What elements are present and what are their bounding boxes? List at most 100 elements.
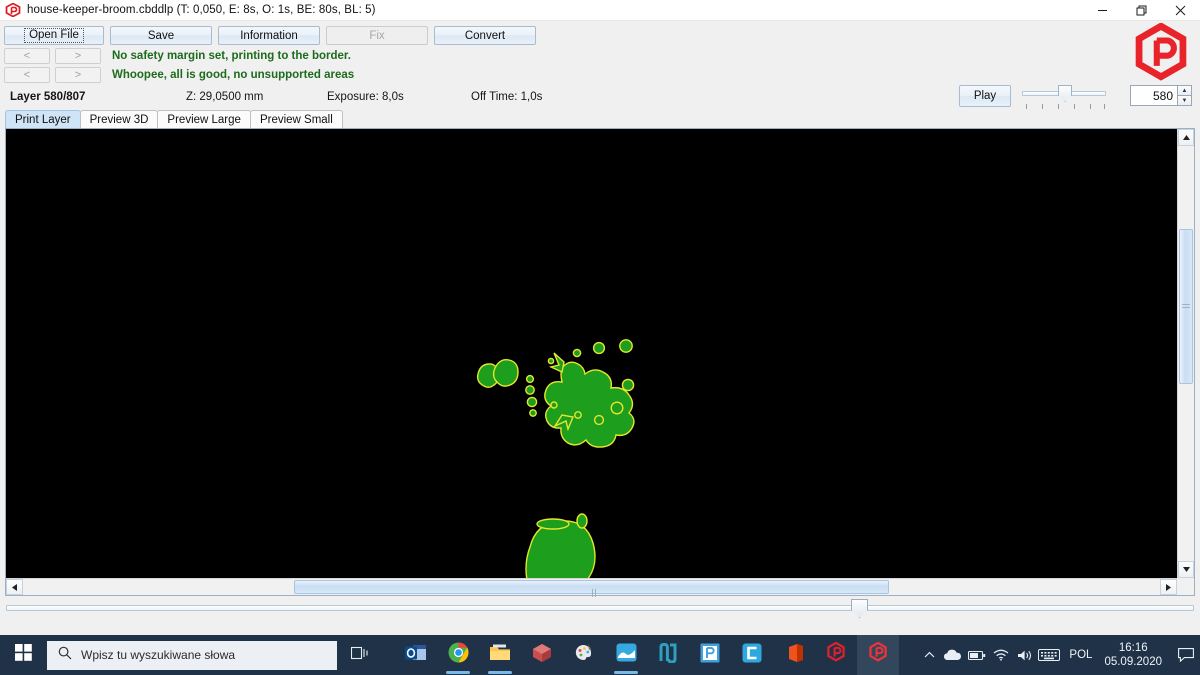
taskbar-app-project-app[interactable]: [689, 635, 731, 675]
information-button[interactable]: Information: [218, 26, 320, 45]
canvas-horizontal-scrollbar[interactable]: [6, 578, 1177, 597]
unsupported-prev-label: <: [23, 69, 31, 81]
safety-prev-label: <: [23, 50, 31, 62]
taskbar-app-3d-viewer[interactable]: [521, 635, 563, 675]
taskbar-app-outlook[interactable]: [395, 635, 437, 675]
tab-preview-small-label: Preview Small: [259, 113, 333, 126]
uvtools-active-icon: [868, 641, 888, 668]
tab-print-layer[interactable]: Print Layer: [5, 110, 81, 128]
task-view-icon: [350, 645, 369, 666]
exposure-value: Exposure: 8,0s: [327, 90, 404, 103]
action-center-button[interactable]: [1172, 635, 1200, 675]
tab-preview-large[interactable]: Preview Large: [157, 110, 251, 128]
play-label: Play: [973, 90, 997, 102]
windows-taskbar: Wpisz tu wyszukiwane słowa POL 16:16 05.…: [0, 635, 1200, 675]
taskbar-app-photos[interactable]: [605, 635, 647, 675]
scroll-down-button[interactable]: [1178, 561, 1194, 578]
layer-increment-button[interactable]: ▲: [1177, 85, 1192, 95]
tab-print-layer-label: Print Layer: [15, 113, 71, 126]
app-running-indicator: [614, 671, 638, 674]
language-indicator[interactable]: POL: [1061, 649, 1100, 661]
taskbar-app-prusa-slicer[interactable]: [647, 635, 689, 675]
app-logo-icon: [5, 2, 21, 18]
taskbar-app-file-explorer[interactable]: [479, 635, 521, 675]
keyboard-icon[interactable]: [1037, 635, 1061, 675]
convert-button[interactable]: Convert: [434, 26, 536, 45]
taskbar-app-uvtools-active[interactable]: [857, 635, 899, 675]
vertical-scroll-grip: [1182, 303, 1190, 310]
clock-date: 05.09.2020: [1104, 656, 1162, 668]
tab-preview-small[interactable]: Preview Small: [249, 110, 343, 128]
search-icon: [58, 646, 72, 665]
search-input[interactable]: Wpisz tu wyszukiwane słowa: [81, 648, 235, 662]
taskbar-app-paint-3d[interactable]: [563, 635, 605, 675]
unsupported-next-button[interactable]: >: [55, 67, 101, 83]
layer-scrub-thumb[interactable]: [851, 599, 868, 618]
tab-preview-3d-label: Preview 3D: [89, 113, 149, 126]
layer-slice-graphic: [476, 339, 635, 578]
taskbar-app-chitubox[interactable]: [731, 635, 773, 675]
scrollbar-corner: [1177, 578, 1194, 595]
vertical-scroll-thumb[interactable]: [1179, 229, 1193, 384]
save-button[interactable]: Save: [110, 26, 212, 45]
layer-number-input[interactable]: 580: [1130, 85, 1177, 106]
play-button[interactable]: Play: [959, 85, 1011, 107]
layer-scrub-slider[interactable]: [6, 599, 1194, 621]
outlook-icon: [405, 643, 427, 668]
wifi-icon[interactable]: [989, 635, 1013, 675]
close-button[interactable]: [1161, 0, 1200, 21]
paint-3d-icon: [574, 643, 594, 668]
layer-scrub-track: [6, 605, 1194, 611]
taskbar-app-uvtools[interactable]: [815, 635, 857, 675]
toolbar: Open File Save Information Fix Convert <…: [0, 21, 1200, 83]
playback-slider-thumb[interactable]: [1058, 85, 1072, 102]
app-running-indicator: [488, 671, 512, 674]
app-running-indicator: [446, 671, 470, 674]
chevron-up-icon[interactable]: [917, 635, 941, 675]
open-file-button[interactable]: Open File: [4, 26, 104, 45]
window-controls: [1083, 0, 1200, 21]
safety-next-button[interactable]: >: [55, 48, 101, 64]
layer-stepper-arrows[interactable]: ▲ ▼: [1177, 85, 1192, 106]
minimize-button[interactable]: [1083, 0, 1122, 21]
canvas-vertical-scrollbar[interactable]: [1177, 129, 1194, 578]
safety-prev-button[interactable]: <: [4, 48, 50, 64]
horizontal-scroll-grip: [591, 584, 598, 597]
layer-indicator: Layer 580/807: [10, 90, 86, 103]
office-icon: [785, 643, 804, 668]
layer-preview-panel: [5, 128, 1195, 597]
information-label: Information: [240, 29, 298, 42]
convert-label: Convert: [464, 29, 506, 42]
scroll-right-button[interactable]: [1160, 579, 1177, 595]
horizontal-scroll-thumb[interactable]: [294, 580, 889, 597]
start-button[interactable]: [0, 635, 46, 675]
layer-decrement-button[interactable]: ▼: [1177, 95, 1192, 106]
layer-image-canvas[interactable]: [6, 129, 1177, 578]
taskbar-app-google-chrome[interactable]: [437, 635, 479, 675]
cloud-icon[interactable]: [941, 635, 965, 675]
restore-button[interactable]: [1122, 0, 1161, 21]
taskbar-search-box[interactable]: Wpisz tu wyszukiwane słowa: [47, 640, 337, 670]
safety-next-label: >: [74, 50, 82, 62]
unsupported-prev-button[interactable]: <: [4, 67, 50, 83]
system-tray: POL 16:16 05.09.2020: [917, 635, 1200, 675]
windows-start-icon: [14, 644, 32, 666]
3d-viewer-icon: [532, 643, 552, 668]
layer-status-bar: Layer 580/807 Z: 29,0500 mm Exposure: 8,…: [0, 83, 1200, 110]
prusa-slicer-icon: [659, 642, 678, 668]
clock-time: 16:16: [1118, 642, 1148, 654]
layer-number-stepper[interactable]: 580 ▲ ▼: [1130, 85, 1192, 106]
volume-icon[interactable]: [1013, 635, 1037, 675]
off-time-value: Off Time: 1,0s: [471, 90, 543, 103]
playback-speed-slider[interactable]: [1022, 84, 1106, 110]
taskbar-app-office[interactable]: [773, 635, 815, 675]
task-view-button[interactable]: [337, 635, 383, 675]
save-label: Save: [147, 29, 175, 42]
battery-icon[interactable]: [965, 635, 989, 675]
tab-preview-3d[interactable]: Preview 3D: [79, 110, 159, 128]
taskbar-app-list: [395, 635, 899, 675]
scroll-left-button[interactable]: [6, 579, 23, 595]
clock[interactable]: 16:16 05.09.2020: [1100, 641, 1172, 669]
scroll-up-button[interactable]: [1178, 129, 1194, 146]
playback-slider-ticks: [1022, 104, 1106, 110]
